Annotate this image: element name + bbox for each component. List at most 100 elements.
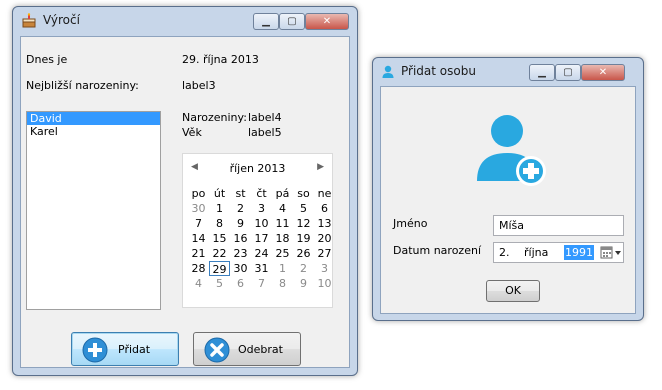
x-circle-icon — [204, 337, 230, 363]
remove-button-label: Odebrat — [238, 343, 283, 356]
calendar-day[interactable]: 2 — [230, 201, 251, 216]
calendar-month-label[interactable]: říjen 2013 — [183, 162, 332, 175]
today-value: 29. října 2013 — [182, 53, 259, 66]
next-birthday-label: Nejbližší narozeniny: — [26, 79, 139, 92]
calendar-grid: po út st čt pá so ne 30 1 2 3 4 5 6 7 8 9 10 11 12 13 14 15 16 1… — [188, 186, 335, 291]
calendar-day[interactable]: 6 — [230, 276, 251, 291]
calendar-day[interactable]: 8 — [272, 276, 293, 291]
calendar-weekday: út — [213, 187, 226, 200]
name-field[interactable] — [493, 215, 624, 236]
dialog-titlebar[interactable]: Přidat osobu ▁ ▢ ✕ — [373, 58, 643, 86]
age-value: label5 — [248, 126, 282, 139]
calendar-day[interactable]: 5 — [293, 201, 314, 216]
birthday-value: label4 — [248, 111, 282, 124]
calendar-day[interactable]: 31 — [251, 261, 272, 276]
calendar-day[interactable]: 10 — [314, 276, 335, 291]
calendar-weekday: pá — [275, 187, 290, 200]
user-add-icon — [477, 115, 546, 186]
add-person-dialog: Přidat osobu ▁ ▢ ✕ Jméno Datum narození … — [372, 57, 644, 321]
plus-circle-icon — [82, 337, 108, 363]
calendar-icon[interactable] — [600, 246, 622, 260]
date-year[interactable]: 1991 — [564, 245, 594, 260]
calendar-day-today[interactable]: 29 — [209, 261, 230, 276]
close-button[interactable]: ✕ — [305, 13, 349, 30]
calendar-next-button[interactable]: ▶ — [317, 162, 324, 172]
minimize-button[interactable]: ▁ — [253, 13, 279, 30]
user-icon — [382, 65, 394, 78]
calendar-day[interactable]: 23 — [230, 246, 251, 261]
calendar-day[interactable]: 7 — [251, 276, 272, 291]
calendar-day[interactable]: 25 — [272, 246, 293, 261]
calendar-weekday: čt — [256, 187, 267, 200]
calendar-day[interactable]: 27 — [314, 246, 335, 261]
main-window-titlebar[interactable]: Výročí ▁ ▢ ✕ — [13, 7, 357, 35]
calendar-day[interactable]: 9 — [293, 276, 314, 291]
calendar-day[interactable]: 4 — [188, 276, 209, 291]
calendar-day[interactable]: 15 — [209, 231, 230, 246]
list-item-david[interactable]: David — [27, 112, 160, 125]
calendar-week-row: 4 5 6 7 8 9 10 — [188, 276, 335, 291]
maximize-button[interactable]: ▢ — [279, 13, 305, 30]
calendar-day[interactable]: 8 — [209, 216, 230, 231]
main-window-client: Dnes je 29. října 2013 Nejbližší narozen… — [20, 36, 350, 368]
calendar-day[interactable]: 30 — [230, 261, 251, 276]
calendar-day[interactable]: 3 — [251, 201, 272, 216]
calendar-day[interactable]: 17 — [251, 231, 272, 246]
calendar-week-row: 7 8 9 10 11 12 13 — [188, 216, 335, 231]
calendar-day[interactable]: 10 — [251, 216, 272, 231]
ok-button[interactable]: OK — [486, 280, 540, 302]
people-listbox[interactable]: David Karel — [26, 111, 161, 310]
calendar-header: ◀ říjen 2013 ▶ — [183, 162, 332, 178]
birthday-label: Narozeniny: — [182, 111, 247, 124]
calendar-day[interactable]: 1 — [272, 261, 293, 276]
calendar-day[interactable]: 28 — [188, 261, 209, 276]
calendar-weekday: so — [297, 187, 310, 200]
date-day[interactable]: 2. — [499, 245, 510, 260]
calendar-day[interactable]: 20 — [314, 231, 335, 246]
birthdate-picker[interactable]: 2. října 1991 — [493, 242, 624, 263]
calendar-day[interactable]: 5 — [209, 276, 230, 291]
calendar-day[interactable]: 21 — [188, 246, 209, 261]
calendar-week-row: 28 29 30 31 1 2 3 — [188, 261, 335, 276]
age-label: Věk — [182, 126, 202, 139]
main-window: Výročí ▁ ▢ ✕ Dnes je 29. října 2013 Nejb… — [12, 6, 358, 376]
remove-button[interactable]: Odebrat — [193, 332, 301, 366]
calendar-day[interactable]: 22 — [209, 246, 230, 261]
date-month[interactable]: října — [524, 245, 548, 260]
dialog-close-button[interactable]: ✕ — [581, 64, 625, 81]
month-calendar[interactable]: ◀ říjen 2013 ▶ po út st čt pá so ne 30 1 2 3 4 5 6 7 8 9… — [182, 153, 333, 308]
calendar-week-row: 21 22 23 24 25 26 27 — [188, 246, 335, 261]
list-item-karel[interactable]: Karel — [27, 125, 160, 138]
add-button-label: Přidat — [118, 343, 151, 356]
dialog-title: Přidat osobu — [401, 64, 476, 78]
calendar-weekday: po — [191, 187, 206, 200]
calendar-day[interactable]: 6 — [314, 201, 335, 216]
birthday-cake-icon — [22, 13, 36, 28]
calendar-week-row: 30 1 2 3 4 5 6 — [188, 201, 335, 216]
calendar-day[interactable]: 18 — [272, 231, 293, 246]
calendar-day[interactable]: 12 — [293, 216, 314, 231]
dialog-minimize-button[interactable]: ▁ — [529, 64, 555, 81]
ok-button-label: OK — [505, 284, 521, 297]
dialog-client: Jméno Datum narození 2. října 1991 OK — [380, 86, 636, 314]
calendar-day[interactable]: 13 — [314, 216, 335, 231]
calendar-day[interactable]: 9 — [230, 216, 251, 231]
calendar-day[interactable]: 1 — [209, 201, 230, 216]
calendar-day[interactable]: 24 — [251, 246, 272, 261]
dialog-maximize-button[interactable]: ▢ — [555, 64, 581, 81]
calendar-day[interactable]: 19 — [293, 231, 314, 246]
calendar-day[interactable]: 3 — [314, 261, 335, 276]
calendar-day[interactable]: 16 — [230, 231, 251, 246]
calendar-day[interactable]: 26 — [293, 246, 314, 261]
calendar-day[interactable]: 4 — [272, 201, 293, 216]
calendar-day[interactable]: 30 — [188, 201, 209, 216]
add-button[interactable]: Přidat — [71, 332, 179, 366]
calendar-week-row: 14 15 16 17 18 19 20 — [188, 231, 335, 246]
calendar-day[interactable]: 11 — [272, 216, 293, 231]
calendar-day[interactable]: 14 — [188, 231, 209, 246]
birthdate-label: Datum narození — [393, 244, 481, 257]
next-birthday-value: label3 — [182, 79, 216, 92]
calendar-day[interactable]: 2 — [293, 261, 314, 276]
calendar-day[interactable]: 7 — [188, 216, 209, 231]
today-label: Dnes je — [26, 53, 68, 66]
